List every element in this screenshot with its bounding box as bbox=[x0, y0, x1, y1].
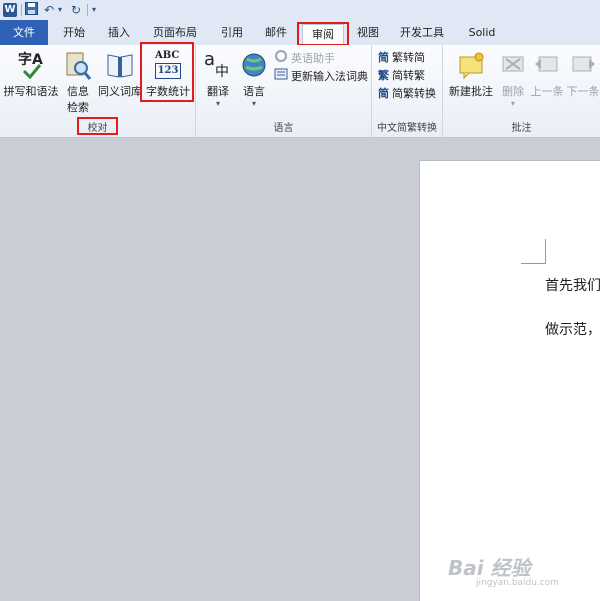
next-comment-button[interactable]: 下一条 bbox=[565, 49, 600, 99]
translate-label: 翻译 bbox=[207, 85, 229, 98]
margin-corner-mark bbox=[521, 239, 546, 264]
tab-file[interactable]: 文件 bbox=[0, 20, 48, 45]
watermark-brand: Bai 经验 bbox=[448, 556, 531, 580]
chinese-conversion-group-label: 中文简繁转换 bbox=[377, 123, 437, 134]
tab-developer[interactable]: 开发工具 bbox=[393, 23, 451, 43]
word-logo-icon[interactable]: W bbox=[3, 3, 17, 17]
language-button[interactable]: 语言 ▾ bbox=[236, 49, 272, 108]
update-dictionary-icon bbox=[274, 67, 288, 87]
proofing-label-highlight bbox=[77, 117, 118, 135]
update-ime-dictionary-button[interactable]: 更新输入法词典 bbox=[274, 67, 368, 85]
traditional-to-simplified-button[interactable]: 简繁转简 bbox=[378, 49, 425, 67]
redo-icon[interactable]: ↻ bbox=[71, 2, 81, 18]
translate-icon: a 中 bbox=[204, 49, 229, 80]
english-assistant-button[interactable]: 英语助手 bbox=[274, 49, 335, 67]
research-label-2: 检索 bbox=[67, 101, 89, 114]
tab-mailings[interactable]: 邮件 bbox=[258, 23, 294, 43]
book-icon bbox=[105, 49, 135, 81]
previous-comment-icon bbox=[533, 49, 561, 81]
document-line-1[interactable]: 首先我们 bbox=[545, 275, 600, 295]
review-tab-highlight bbox=[297, 22, 349, 46]
language-label: 语言 bbox=[243, 85, 265, 98]
undo-icon[interactable]: ↶ bbox=[44, 2, 54, 18]
chinese-conversion-label: 简繁转换 bbox=[392, 87, 436, 100]
simplified-to-traditional-button[interactable]: 繁简转繁 bbox=[378, 67, 425, 85]
watermark-url: jingyan.baidu.com bbox=[476, 578, 560, 588]
next-comment-label: 下一条 bbox=[566, 85, 600, 98]
word-count-highlight bbox=[140, 42, 194, 102]
research-button[interactable]: 信息 检索 bbox=[62, 49, 94, 115]
thesaurus-label: 同义词库 bbox=[98, 85, 142, 98]
previous-comment-label: 上一条 bbox=[530, 85, 564, 98]
new-comment-button[interactable]: 新建批注 bbox=[447, 49, 495, 99]
chinese-conversion-icon: 简 bbox=[378, 87, 389, 100]
translate-dropdown-icon[interactable]: ▾ bbox=[200, 99, 236, 108]
globe-icon bbox=[239, 49, 269, 81]
update-ime-dictionary-label: 更新输入法词典 bbox=[291, 70, 368, 83]
tab-solid[interactable]: Solid bbox=[460, 23, 504, 43]
traditional-to-simplified-label: 繁转简 bbox=[392, 51, 425, 64]
research-label-1: 信息 bbox=[67, 85, 89, 98]
traditional-to-simplified-icon: 简 bbox=[378, 51, 389, 64]
simplified-to-traditional-icon: 繁 bbox=[378, 69, 389, 82]
qat-separator bbox=[21, 4, 22, 16]
previous-comment-button[interactable]: 上一条 bbox=[529, 49, 565, 99]
english-assistant-label: 英语助手 bbox=[291, 52, 335, 65]
baidu-watermark: Bai 经验 jingyan.baidu.com bbox=[448, 552, 598, 596]
delete-dropdown-icon[interactable]: ▾ bbox=[497, 99, 529, 108]
document-line-2[interactable]: 做示范， bbox=[545, 319, 600, 339]
spelling-grammar-label: 拼写和语法 bbox=[3, 85, 59, 98]
language-group-label: 语言 bbox=[273, 123, 294, 134]
spelling-grammar-button[interactable]: 字A 拼写和语法 bbox=[2, 49, 60, 99]
chinese-conversion-button[interactable]: 简简繁转换 bbox=[378, 85, 436, 103]
language-dropdown-icon[interactable]: ▾ bbox=[236, 99, 272, 108]
quick-access-toolbar: W ↶ ▾ ↻ ▾ bbox=[0, 0, 600, 21]
document-page[interactable]: 首先我们 做示范， bbox=[419, 160, 600, 601]
comments-group: 新建批注 删除 ▾ 上一条 下一条 批注 bbox=[443, 45, 600, 137]
language-group: a 中 翻译 ▾ 语言 ▾ 英语助手 更新输入法词典 语言 bbox=[196, 45, 372, 137]
thesaurus-button[interactable]: 同义词库 bbox=[96, 49, 144, 99]
simplified-to-traditional-label: 简转繁 bbox=[392, 69, 425, 82]
document-workspace: 首先我们 做示范， bbox=[0, 138, 600, 601]
tab-view[interactable]: 视图 bbox=[350, 23, 386, 43]
delete-comment-label: 删除 bbox=[502, 85, 524, 98]
customize-qat-icon[interactable]: ▾ bbox=[92, 2, 96, 18]
translate-button[interactable]: a 中 翻译 ▾ bbox=[200, 49, 236, 108]
tab-home[interactable]: 开始 bbox=[56, 23, 92, 43]
delete-comment-icon bbox=[499, 49, 527, 81]
new-comment-label: 新建批注 bbox=[449, 85, 493, 98]
tab-page-layout[interactable]: 页面布局 bbox=[146, 23, 204, 43]
undo-dropdown-icon[interactable]: ▾ bbox=[58, 2, 62, 18]
save-icon[interactable] bbox=[25, 2, 38, 19]
tab-references[interactable]: 引用 bbox=[214, 23, 250, 43]
next-comment-icon bbox=[569, 49, 597, 81]
ribbon: 字A 拼写和语法 信息 检索 同义词库 ABC 123 字数统计 校对 a 中 … bbox=[0, 42, 600, 138]
new-comment-icon bbox=[456, 49, 486, 81]
english-assistant-icon bbox=[274, 49, 288, 69]
spelling-icon: 字A bbox=[16, 49, 46, 81]
qat-separator bbox=[87, 4, 88, 16]
research-icon bbox=[64, 49, 92, 81]
tab-insert[interactable]: 插入 bbox=[101, 23, 137, 43]
chinese-conversion-group: 简繁转简 繁简转繁 简简繁转换 中文简繁转换 bbox=[372, 45, 443, 137]
delete-comment-button[interactable]: 删除 ▾ bbox=[497, 49, 529, 108]
comments-group-label: 批注 bbox=[511, 123, 532, 134]
